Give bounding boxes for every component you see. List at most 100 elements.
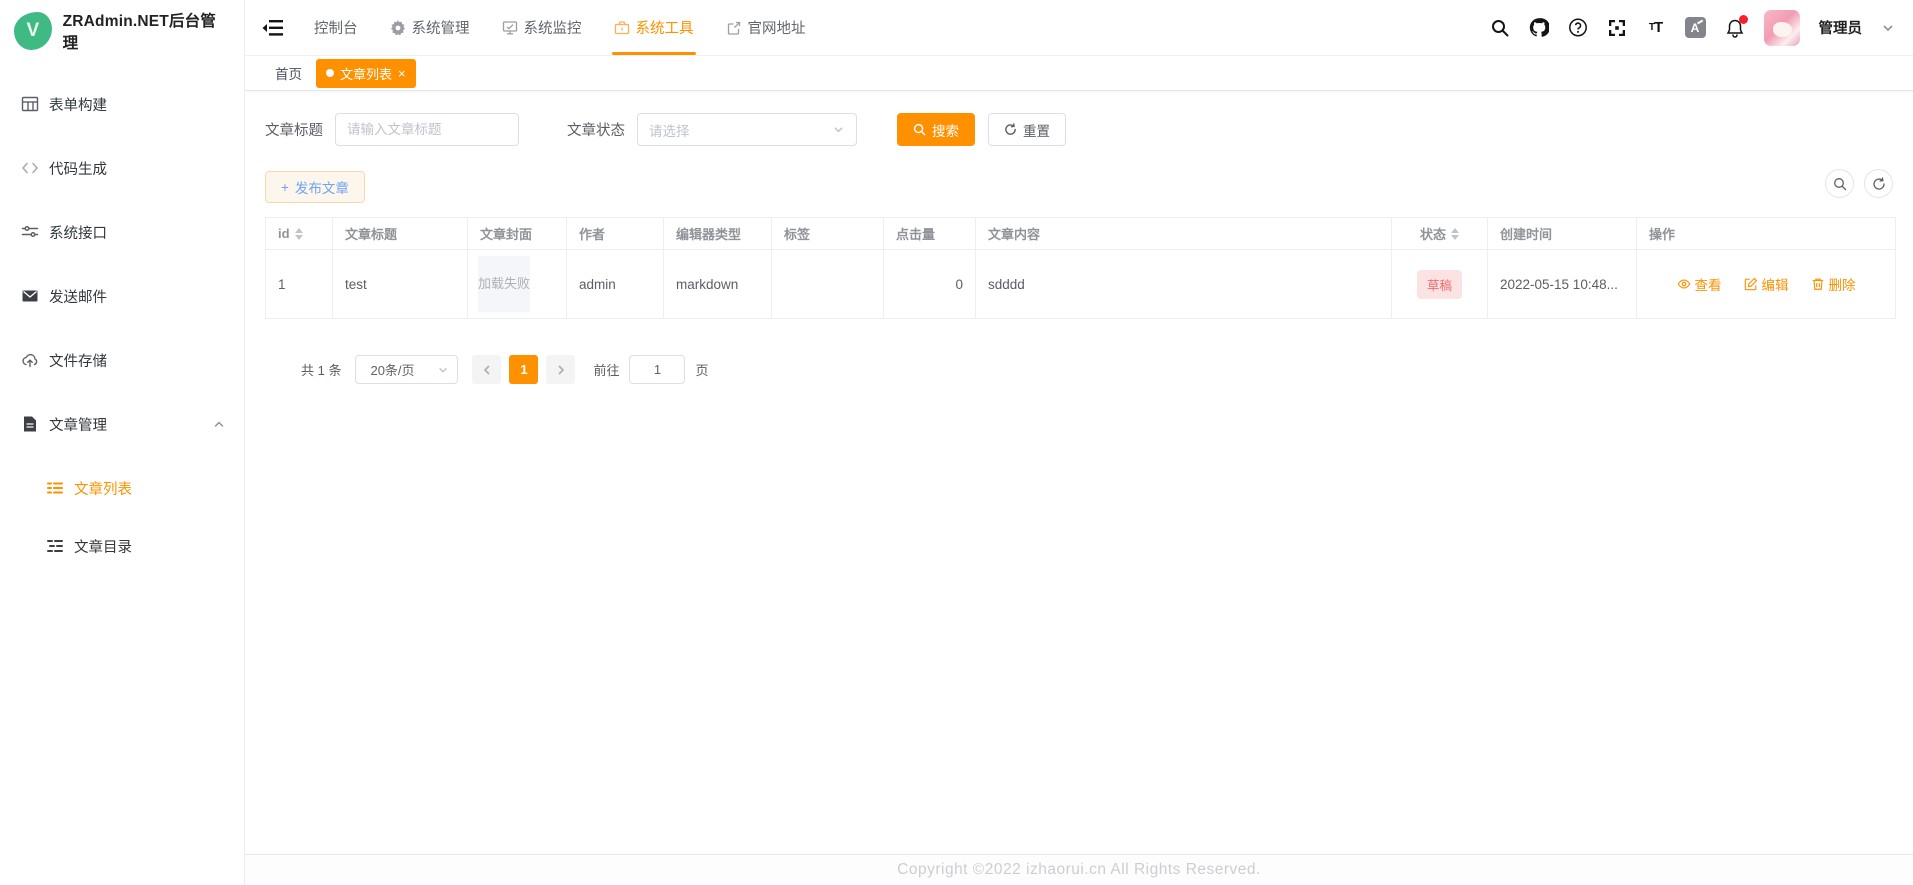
article-status-select[interactable]: 请选择 <box>637 113 857 146</box>
topnav-item-system-mgmt[interactable]: 系统管理 <box>374 0 486 55</box>
notification-dot <box>1739 15 1748 24</box>
search-icon <box>913 123 926 136</box>
sidebar-item-system-api[interactable]: 系统接口 <box>0 204 244 260</box>
refresh-table-button[interactable] <box>1864 169 1893 198</box>
sidebar-item-send-mail[interactable]: 发送邮件 <box>0 268 244 324</box>
cell-author: admin <box>567 250 664 319</box>
table-header-row: id 文章标题 文章封面 作者 编辑器类型 标签 点击量 文章内容 状态 创建时… <box>266 218 1896 250</box>
app-title: ZRAdmin.NET后台管理 <box>63 9 230 53</box>
cell-editor-type: markdown <box>664 250 772 319</box>
tab-home[interactable]: 首页 <box>275 63 302 83</box>
active-tab-label: 文章列表 <box>340 64 392 83</box>
total-count: 共 1 条 <box>301 360 341 379</box>
table-row: 1 test 加载失败 admin markdown 0 sdddd 草稿 20… <box>266 250 1896 319</box>
page-number-1[interactable]: 1 <box>509 355 538 384</box>
chevron-left-icon <box>481 364 493 376</box>
col-actions: 操作 <box>1637 218 1896 250</box>
refresh-icon <box>1004 123 1017 136</box>
tab-article-list[interactable]: 文章列表 × <box>316 59 416 88</box>
sidebar-item-code-gen[interactable]: 代码生成 <box>0 140 244 196</box>
font-size-icon[interactable]: TT <box>1646 18 1666 38</box>
article-table: id 文章标题 文章封面 作者 编辑器类型 标签 点击量 文章内容 状态 创建时… <box>265 217 1896 319</box>
cell-id: 1 <box>266 250 333 319</box>
article-status-label: 文章状态 <box>567 119 625 140</box>
view-button[interactable]: 查看 <box>1677 274 1722 294</box>
fullscreen-icon[interactable] <box>1607 18 1627 38</box>
sidebar-item-article-catalog[interactable]: 文章目录 <box>0 518 244 574</box>
filter-form: 文章标题 文章状态 请选择 搜索 重置 <box>265 113 1895 146</box>
topnav-label: 系统工具 <box>636 17 694 38</box>
footer: Copyright ©2022 izhaorui.cn All Rights R… <box>245 854 1913 885</box>
article-title-input[interactable] <box>335 113 519 146</box>
prev-page-button[interactable] <box>472 355 501 384</box>
col-created: 创建时间 <box>1488 218 1637 250</box>
cell-actions: 查看 编辑 删除 <box>1637 250 1896 319</box>
goto-page-input[interactable] <box>629 355 685 384</box>
sidebar-item-label: 代码生成 <box>49 158 107 179</box>
chevron-right-icon <box>555 364 567 376</box>
next-page-button[interactable] <box>546 355 575 384</box>
col-id[interactable]: id <box>278 226 320 241</box>
language-icon[interactable]: A <box>1685 17 1706 38</box>
sidebar-collapse-button[interactable] <box>245 19 298 37</box>
table-toolbar <box>1825 169 1893 198</box>
search-icon <box>1833 177 1847 191</box>
search-icon[interactable] <box>1490 18 1510 38</box>
github-icon[interactable] <box>1529 18 1549 38</box>
sidebar-item-label: 系统接口 <box>49 222 107 243</box>
col-cover: 文章封面 <box>468 218 567 250</box>
document-icon <box>21 415 39 433</box>
col-editor-type: 编辑器类型 <box>664 218 772 250</box>
edit-button[interactable]: 编辑 <box>1744 274 1789 294</box>
app-logo[interactable]: V ZRAdmin.NET后台管理 <box>0 0 244 62</box>
sort-icon[interactable] <box>295 228 303 240</box>
plus-icon: + <box>281 180 289 195</box>
topnav-item-console[interactable]: 控制台 <box>298 0 374 55</box>
form-grid-icon <box>21 95 39 113</box>
sidebar-item-article-list[interactable]: 文章列表 <box>0 460 244 516</box>
cell-cover: 加载失败 <box>468 250 567 319</box>
col-hits: 点击量 <box>884 218 976 250</box>
delete-button[interactable]: 删除 <box>1811 274 1856 294</box>
goto-label: 前往 <box>593 360 619 379</box>
publish-article-button[interactable]: + 发布文章 <box>265 171 365 203</box>
page-unit-label: 页 <box>695 360 708 379</box>
topnav-item-system-tools[interactable]: 系统工具 <box>598 0 710 55</box>
copyright-text: Copyright ©2022 izhaorui.cn All Rights R… <box>897 861 1261 879</box>
header-actions: TT A 管理员 <box>1490 10 1913 46</box>
sidebar-item-form-builder[interactable]: 表单构建 <box>0 76 244 132</box>
cell-status: 草稿 <box>1392 250 1488 319</box>
sidebar-item-file-storage[interactable]: 文件存储 <box>0 332 244 388</box>
cell-title: test <box>333 250 468 319</box>
toolbox-icon <box>614 20 630 36</box>
gear-icon <box>390 20 406 36</box>
select-placeholder: 请选择 <box>649 120 690 140</box>
sort-icon[interactable] <box>1451 228 1459 240</box>
bell-icon[interactable] <box>1725 18 1745 38</box>
chevron-down-icon <box>832 123 845 136</box>
col-status[interactable]: 状态 <box>1404 224 1475 243</box>
page-size-select[interactable]: 20条/页 <box>355 355 458 384</box>
sidebar: V ZRAdmin.NET后台管理 表单构建 代码生成 系统接口 发送邮件 文件… <box>0 0 245 885</box>
article-title-label: 文章标题 <box>265 119 323 140</box>
help-icon[interactable] <box>1568 18 1588 38</box>
search-button[interactable]: 搜索 <box>897 113 975 146</box>
list-icon <box>46 479 64 497</box>
col-author: 作者 <box>567 218 664 250</box>
user-name[interactable]: 管理员 <box>1819 17 1863 38</box>
tree-list-icon <box>46 537 64 555</box>
eye-icon <box>1677 277 1691 291</box>
topnav-item-system-monitor[interactable]: 系统监控 <box>486 0 598 55</box>
chevron-down-icon[interactable] <box>1881 21 1895 35</box>
sidebar-item-label: 文章列表 <box>74 478 132 499</box>
cloud-upload-icon <box>21 351 39 369</box>
toggle-search-button[interactable] <box>1825 169 1854 198</box>
topnav-item-official-site[interactable]: 官网地址 <box>710 0 822 55</box>
close-icon[interactable]: × <box>398 67 406 80</box>
sidebar-menu: 表单构建 代码生成 系统接口 发送邮件 文件存储 文章管理 文章列表 <box>0 62 244 574</box>
reset-button[interactable]: 重置 <box>988 113 1066 146</box>
cell-created: 2022-05-15 10:48... <box>1488 250 1637 319</box>
avatar[interactable] <box>1764 10 1800 46</box>
chevron-up-icon <box>212 417 226 431</box>
sidebar-item-article-mgmt[interactable]: 文章管理 <box>0 396 244 452</box>
